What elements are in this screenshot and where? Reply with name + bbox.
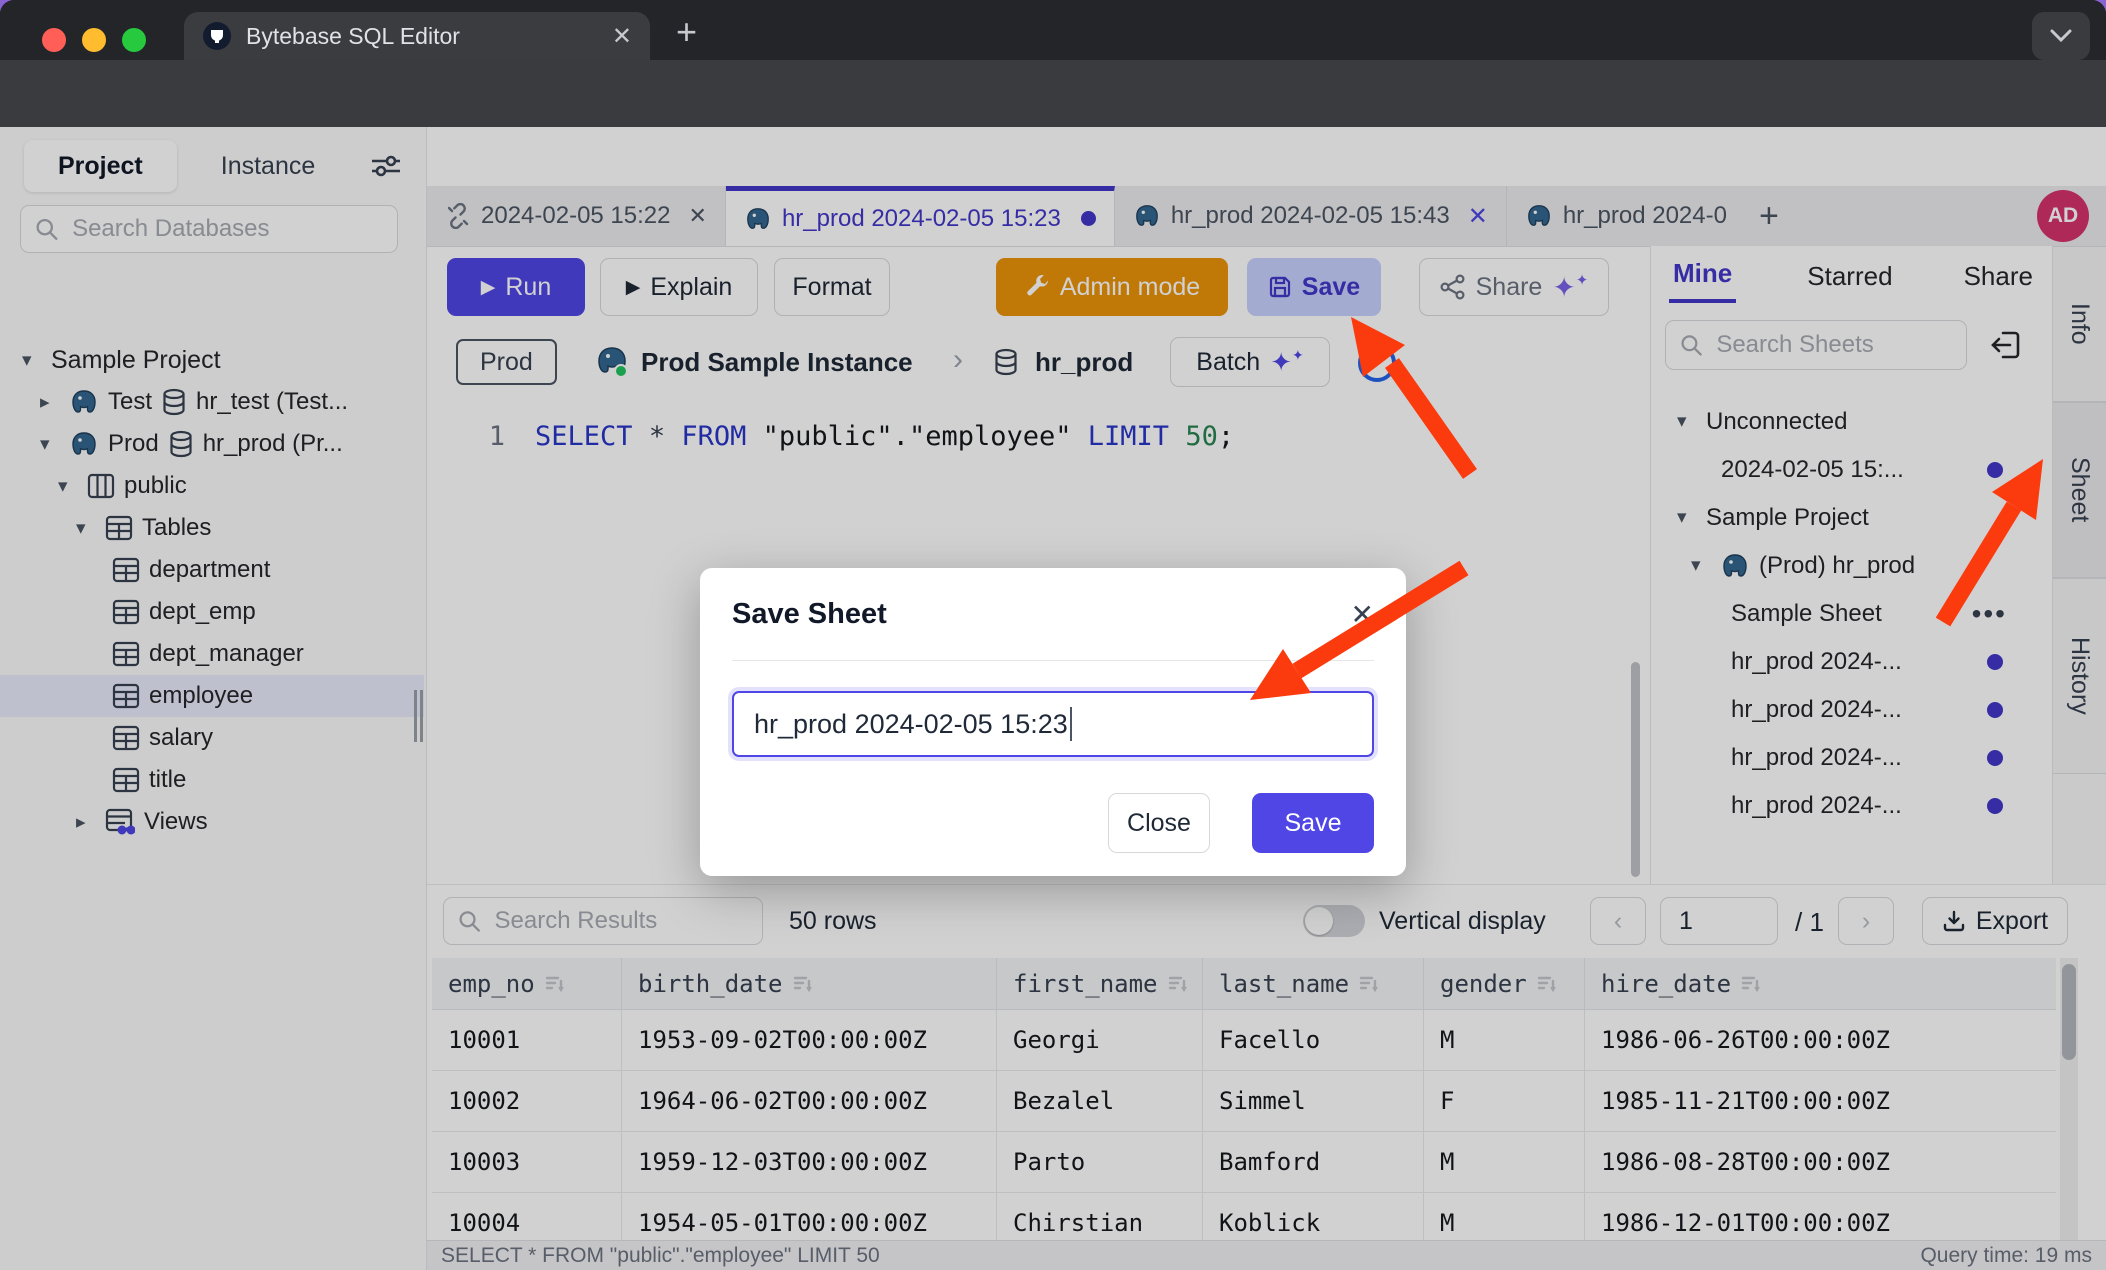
bytebase-favicon [202,21,232,51]
traffic-minimize-button[interactable] [82,28,106,52]
new-tab-button[interactable]: + [676,14,697,50]
tab-search-button[interactable] [2032,12,2090,60]
chevron-down-icon [2050,29,2072,43]
dialog-close-button[interactable]: Close [1108,793,1210,853]
browser-toolbar: ← → localhost:8080/sql-editor/prod-sampl… [0,60,2106,127]
screenshot-root: Bytebase SQL Editor ✕ + ← → localhost:80… [0,0,2106,1270]
dialog-title: Save Sheet [732,598,887,631]
browser-tab[interactable]: Bytebase SQL Editor ✕ [184,12,650,60]
dialog-close-icon[interactable]: ✕ [1351,598,1374,631]
traffic-close-button[interactable] [42,28,66,52]
save-sheet-dialog: Save Sheet ✕ hr_prod 2024-02-05 15:23 Cl… [700,568,1406,876]
dialog-divider [732,660,1374,661]
browser-tab-strip: Bytebase SQL Editor ✕ + [0,0,2106,60]
traffic-zoom-button[interactable] [122,28,146,52]
tab-close-icon[interactable]: ✕ [612,22,632,51]
browser-tab-title: Bytebase SQL Editor [246,23,598,50]
sheet-name-input[interactable]: hr_prod 2024-02-05 15:23 [732,691,1374,757]
sheet-name-value: hr_prod 2024-02-05 15:23 [754,709,1068,740]
text-caret [1070,707,1072,741]
browser-window: Bytebase SQL Editor ✕ + ← → localhost:80… [0,0,2106,1270]
dialog-save-button[interactable]: Save [1252,793,1374,853]
